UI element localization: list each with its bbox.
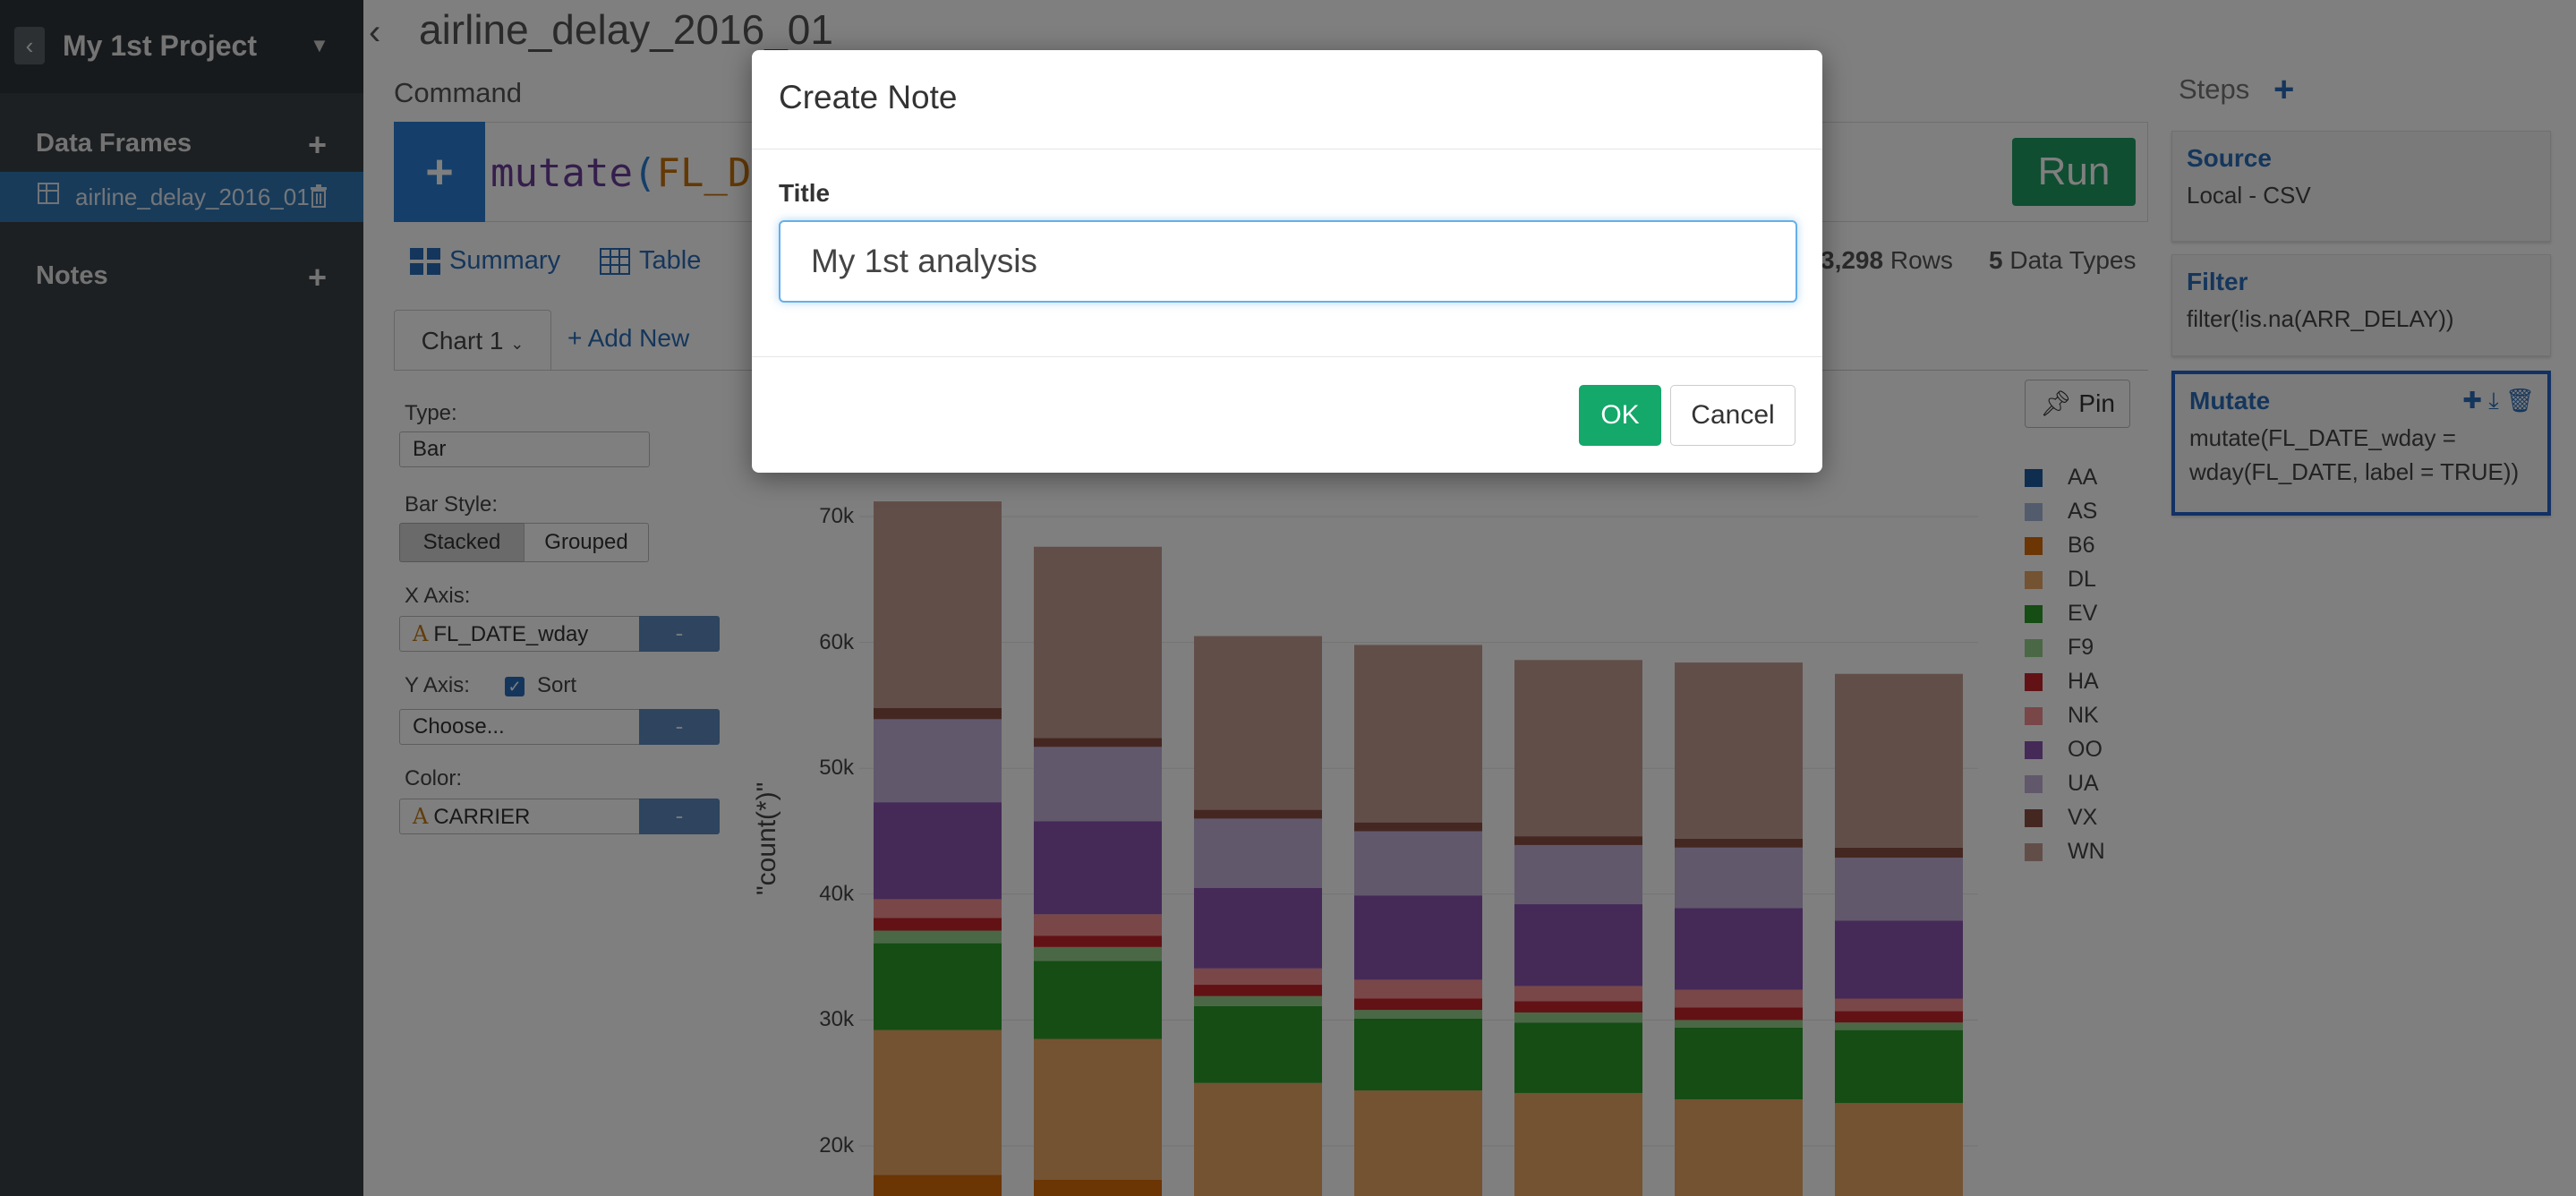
cancel-button[interactable]: Cancel — [1670, 385, 1796, 446]
ok-button[interactable]: OK — [1579, 385, 1661, 446]
dialog-title: Create Note — [779, 79, 958, 115]
dialog-divider — [752, 149, 1822, 150]
title-field-label: Title — [779, 179, 831, 207]
create-note-dialog: Create Note Title OK Cancel — [752, 50, 1822, 473]
dialog-divider — [752, 356, 1822, 357]
title-input[interactable] — [779, 220, 1797, 303]
